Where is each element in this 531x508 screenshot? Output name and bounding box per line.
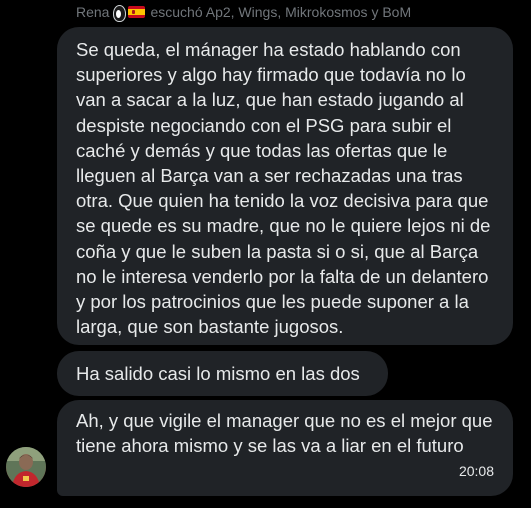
sender-status-text: escuchó Ap2, Wings, Mikrokosmos y BoM (150, 4, 412, 20)
message-timestamp: 20:08 (458, 462, 494, 479)
avatar[interactable] (6, 447, 46, 487)
message-text: Ha salido casi lo mismo en las dos (76, 363, 360, 384)
message-bubble[interactable]: Se queda, el mánager ha estado hablando … (57, 27, 513, 345)
message-text: Ah, y que vigile el manager que no es el… (76, 410, 493, 457)
spain-flag-icon (128, 6, 146, 18)
message-bubble[interactable]: Ha salido casi lo mismo en las dos (57, 351, 388, 396)
message-text: Se queda, el mánager ha estado hablando … (76, 39, 491, 338)
penguin-icon (112, 4, 127, 22)
dm-conversation: Rena escuchó Ap2, Wings, Mikrokosmos y B… (0, 0, 531, 508)
avatar-image (6, 447, 46, 487)
message-bubble[interactable]: Ah, y que vigile el manager que no es el… (57, 400, 513, 496)
sender-name[interactable]: Rena (76, 4, 109, 20)
sender-status-line: Rena escuchó Ap2, Wings, Mikrokosmos y B… (76, 4, 412, 22)
